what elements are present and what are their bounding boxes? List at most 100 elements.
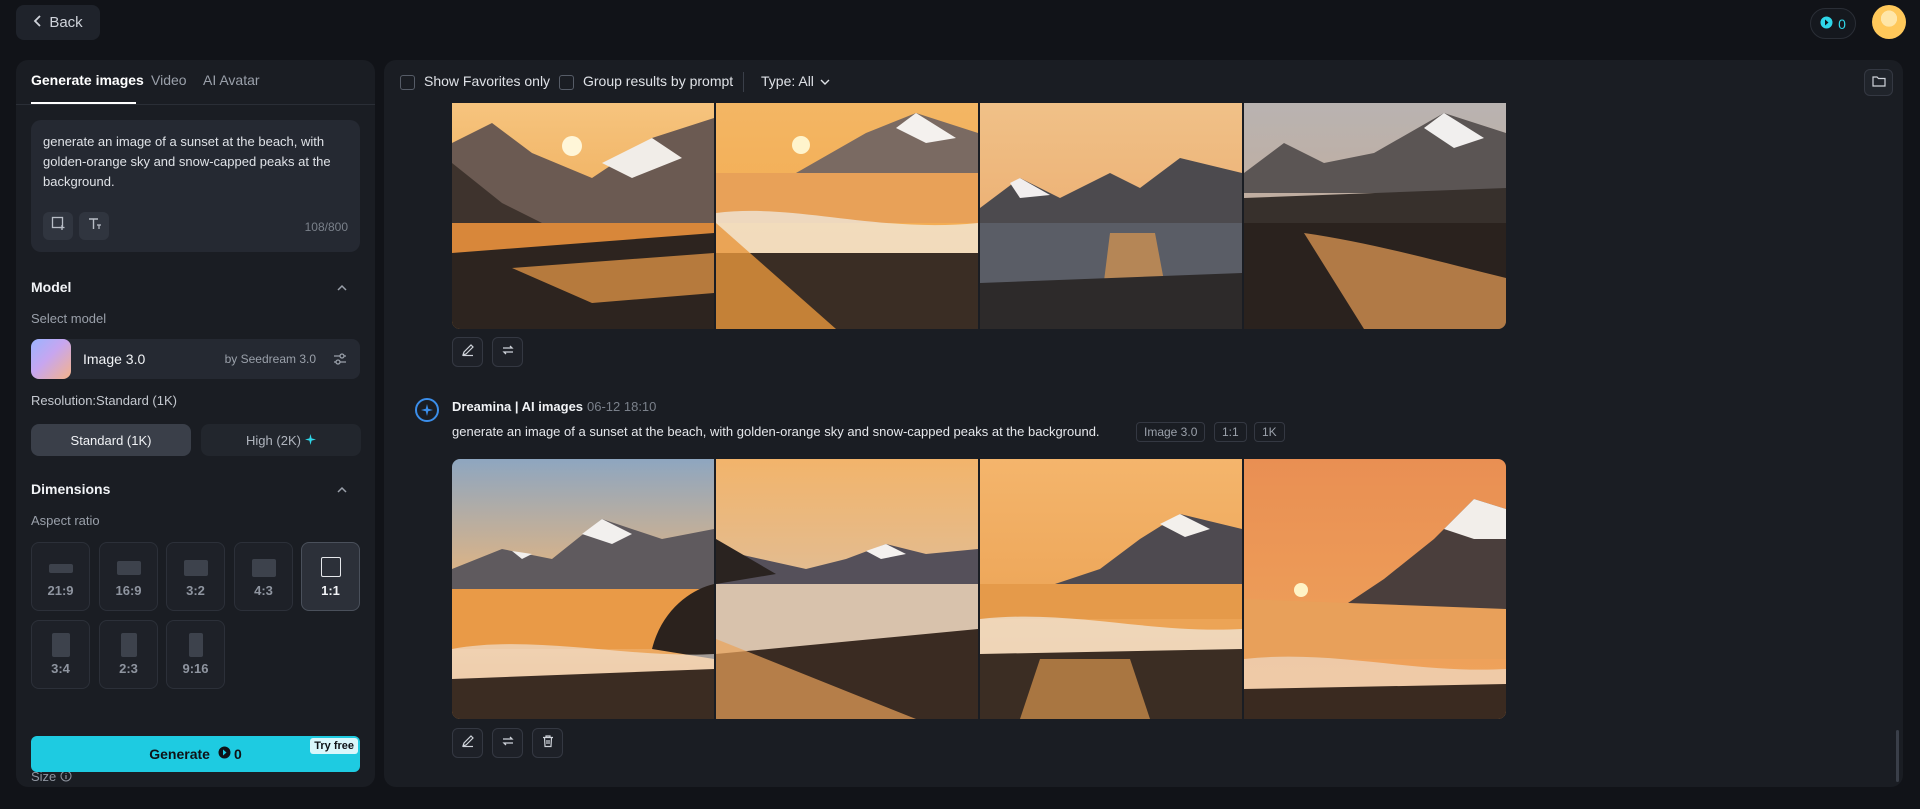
result-image[interactable] xyxy=(1244,103,1506,329)
results-panel: Show Favorites only Group results by pro… xyxy=(384,60,1903,787)
model-tag: Image 3.0 xyxy=(1136,422,1206,442)
back-button[interactable]: Back xyxy=(16,5,100,40)
ratio-preview-shape xyxy=(183,560,208,576)
group-by-prompt-label[interactable]: Group results by prompt xyxy=(583,73,733,89)
aspect-label: 1:1 xyxy=(321,583,340,598)
aspect-label: 16:9 xyxy=(115,583,142,598)
aspect-2-3[interactable]: 2:3 xyxy=(99,620,158,689)
credit-coin-icon xyxy=(218,746,231,762)
favorites-checkbox[interactable] xyxy=(400,75,415,90)
group-by-prompt-checkbox[interactable] xyxy=(559,75,574,90)
back-label: Back xyxy=(49,14,83,31)
regenerate-button[interactable] xyxy=(492,337,523,367)
ratio-preview-shape xyxy=(188,633,203,657)
aspect-4-3[interactable]: 4:3 xyxy=(234,542,293,611)
generation-author: Dreamina | AI images xyxy=(452,399,584,414)
aspect-9-16[interactable]: 9:16 xyxy=(166,620,225,689)
resolution-high-button[interactable]: High (2K) xyxy=(201,424,361,456)
result-image[interactable] xyxy=(1244,459,1506,719)
result-image[interactable] xyxy=(452,459,714,719)
aspect-16-9[interactable]: 16:9 xyxy=(99,542,158,611)
model-name: Image 3.0 xyxy=(83,351,146,367)
credits-count: 0 xyxy=(1838,15,1846,32)
mode-tabs: Generate images Video AI Avatar xyxy=(16,60,375,105)
result-image[interactable] xyxy=(716,103,978,329)
ratio-preview-shape xyxy=(116,561,141,575)
resolution-high-label: High (2K) xyxy=(246,432,301,448)
dreamina-logo-icon xyxy=(415,398,439,422)
ratio-preview-shape xyxy=(51,633,70,657)
tab-ai-avatar[interactable]: AI Avatar xyxy=(203,72,260,88)
model-selector[interactable]: Image 3.0 by Seedream 3.0 xyxy=(31,339,360,379)
resolution-label: Resolution:Standard (1K) xyxy=(31,393,177,408)
aspect-3-4[interactable]: 3:4 xyxy=(31,620,90,689)
model-thumbnail xyxy=(31,339,71,379)
ratio-preview-shape xyxy=(320,557,341,577)
try-free-badge: Try free xyxy=(310,738,358,754)
chevron-up-icon[interactable] xyxy=(335,483,349,497)
dimensions-section-title: Dimensions xyxy=(31,481,111,497)
generation-prompt[interactable]: generate an image of a sunset at the bea… xyxy=(452,424,1100,439)
aspect-label: 21:9 xyxy=(47,583,74,598)
text-style-button[interactable] xyxy=(79,212,109,240)
active-tab-indicator xyxy=(31,102,136,104)
aspect-label: 3:2 xyxy=(186,583,205,598)
type-filter-dropdown[interactable]: Type: All xyxy=(761,73,830,89)
result-image[interactable] xyxy=(716,459,978,719)
aspect-label: 4:3 xyxy=(254,583,273,598)
generation-timestamp: 06-12 18:10 xyxy=(587,399,657,414)
generate-cost-value: 0 xyxy=(233,746,242,762)
ratio-preview-shape xyxy=(251,559,276,577)
aspect-1-1[interactable]: 1:1 xyxy=(301,542,360,611)
aspect-21-9[interactable]: 21:9 xyxy=(31,542,90,611)
resolution-tag: 1K xyxy=(1254,422,1285,442)
edit-button[interactable] xyxy=(452,728,483,758)
reference-image-button[interactable] xyxy=(43,212,73,240)
prompt-box[interactable]: generate an image of a sunset at the bea… xyxy=(31,120,360,252)
result-image[interactable] xyxy=(452,103,714,329)
result-image[interactable] xyxy=(980,459,1242,719)
trash-icon xyxy=(541,734,555,753)
avatar[interactable] xyxy=(1872,5,1906,39)
tab-generate-images[interactable]: Generate images xyxy=(31,72,144,88)
favorites-filter-label[interactable]: Show Favorites only xyxy=(424,73,550,89)
delete-button[interactable] xyxy=(532,728,563,758)
resolution-standard-label: Standard (1K) xyxy=(70,432,152,448)
sliders-icon[interactable] xyxy=(332,351,348,367)
image-add-icon xyxy=(51,216,66,236)
filter-bar: Show Favorites only Group results by pro… xyxy=(384,60,1903,103)
chevron-down-icon xyxy=(820,73,830,89)
text-format-icon xyxy=(87,216,102,236)
select-model-label: Select model xyxy=(31,311,107,326)
regenerate-button[interactable] xyxy=(492,728,523,758)
refresh-icon xyxy=(501,343,515,362)
tab-video[interactable]: Video xyxy=(151,72,187,88)
prompt-input[interactable]: generate an image of a sunset at the bea… xyxy=(43,132,348,192)
generate-label: Generate xyxy=(149,746,210,762)
ratio-preview-shape xyxy=(48,564,73,573)
pencil-icon xyxy=(461,734,475,753)
scrollbar[interactable] xyxy=(1896,730,1899,782)
credits-badge[interactable]: 0 xyxy=(1810,8,1856,39)
pencil-icon xyxy=(461,343,475,362)
sparkle-icon xyxy=(304,433,316,448)
generation-settings-panel: Generate images Video AI Avatar generate… xyxy=(16,60,375,787)
model-section-title: Model xyxy=(31,279,72,295)
generate-button[interactable]: Generate 0 Try free xyxy=(31,736,360,772)
result-image[interactable] xyxy=(980,103,1242,329)
edit-button[interactable] xyxy=(452,337,483,367)
refresh-icon xyxy=(501,734,515,753)
resolution-standard-button[interactable]: Standard (1K) xyxy=(31,424,191,456)
chevron-left-icon xyxy=(33,14,43,31)
aspect-3-2[interactable]: 3:2 xyxy=(166,542,225,611)
generate-cost: 0 xyxy=(218,746,242,762)
folder-button[interactable] xyxy=(1864,69,1893,96)
type-filter-label: Type: All xyxy=(761,73,814,89)
aspect-label: 3:4 xyxy=(51,661,70,676)
folder-icon xyxy=(1871,74,1886,92)
prompt-char-count: 108/800 xyxy=(304,220,348,234)
aspect-label: 9:16 xyxy=(182,661,209,676)
chevron-up-icon[interactable] xyxy=(335,281,349,295)
filter-divider xyxy=(743,72,744,92)
model-provider: by Seedream 3.0 xyxy=(224,352,316,366)
